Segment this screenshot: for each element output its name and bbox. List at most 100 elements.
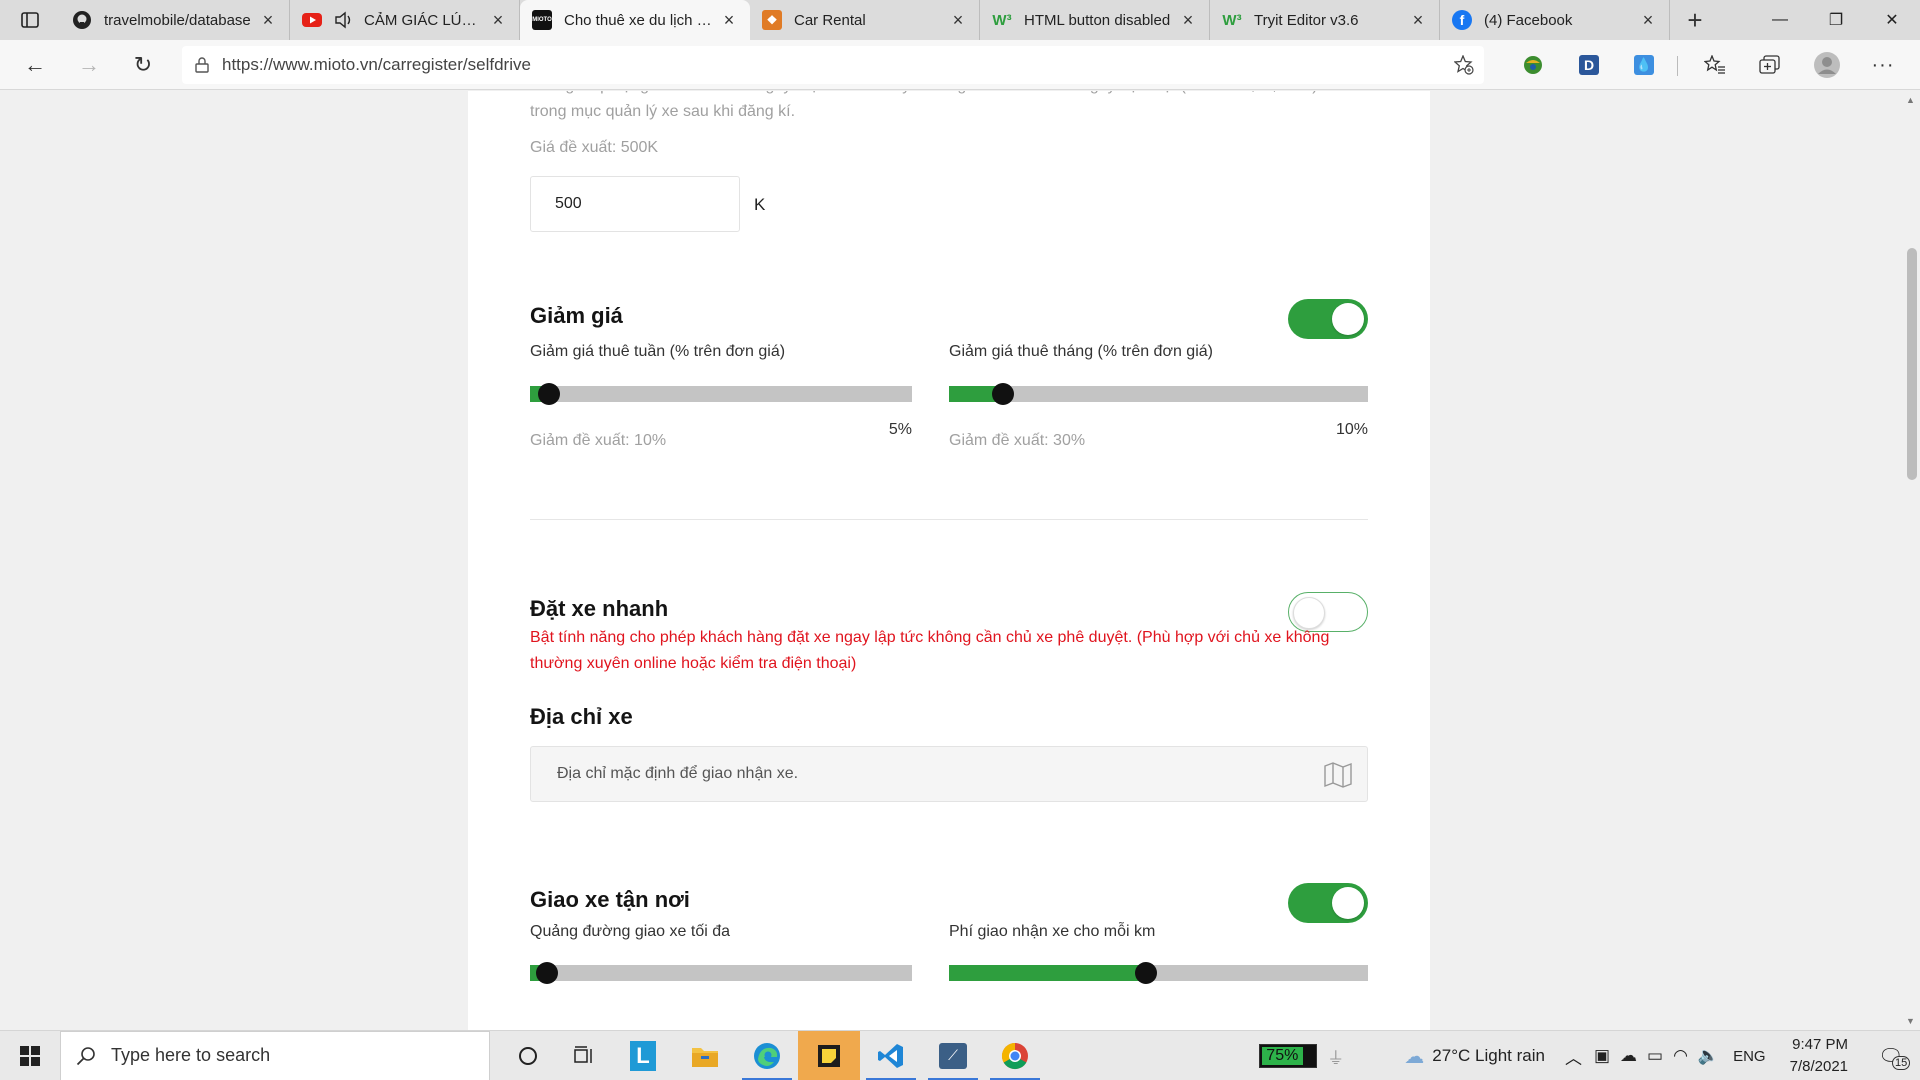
delivery-fee-label: Phí giao nhận xe cho mỗi km: [949, 923, 1156, 940]
system-tray: 75% ⏚ ☁ 27°C Light rain ︿ ▣ ☁ ▭ ◠ 🔈 ENG …: [1259, 1031, 1920, 1080]
tab-tryit[interactable]: W³ Tryit Editor v3.6 ×: [1210, 0, 1440, 40]
favorites-icon[interactable]: [1696, 46, 1734, 84]
monthly-discount-value: 10%: [1335, 421, 1368, 438]
slider-thumb[interactable]: [536, 962, 559, 984]
price-unit: K: [754, 195, 766, 214]
clock-date: 7/8/2021: [1789, 1058, 1848, 1075]
discount-toggle[interactable]: [1288, 299, 1368, 339]
weekly-discount-label: Giảm giá thuê tuần (% trên đơn giá): [530, 343, 786, 360]
slider-thumb[interactable]: [1134, 962, 1157, 984]
address-bar[interactable]: https://www.mioto.vn/carregister/selfdri…: [182, 46, 1484, 84]
clock-time: 9:47 PM: [1792, 1036, 1848, 1053]
delivery-distance-label: Quảng đường giao xe tối đa: [530, 923, 731, 940]
close-icon[interactable]: ×: [259, 10, 277, 30]
youtube-icon: [302, 10, 322, 30]
battery-percent: 75%: [1266, 1047, 1299, 1064]
onedrive-icon[interactable]: ☁: [1620, 1046, 1637, 1066]
weekly-discount-slider[interactable]: [530, 383, 912, 405]
forward-button[interactable]: →: [62, 45, 116, 85]
windows-logo-icon: [20, 1045, 40, 1066]
slider-thumb[interactable]: [538, 383, 561, 405]
start-button[interactable]: [0, 1031, 60, 1080]
address-input[interactable]: Địa chỉ mặc định để giao nhận xe.: [530, 746, 1368, 802]
window-controls: — ❐ ✕: [1752, 0, 1920, 40]
task-view-button[interactable]: [556, 1031, 612, 1080]
page-viewport: Đơn giá áp dụng cho tất cả các ngày. Bạn…: [0, 91, 1920, 1030]
new-tab-button[interactable]: +: [1670, 0, 1720, 40]
collections-icon[interactable]: [1751, 46, 1789, 84]
meet-now-icon[interactable]: ▣: [1594, 1046, 1610, 1066]
close-window-button[interactable]: ✕: [1864, 0, 1920, 40]
wifi-icon[interactable]: ◠: [1673, 1046, 1688, 1066]
price-input[interactable]: 500: [530, 176, 740, 232]
slider-thumb[interactable]: [992, 383, 1015, 405]
extension-d-icon[interactable]: D: [1570, 46, 1608, 84]
tab-actions-button[interactable]: [0, 0, 60, 40]
discount-heading: Giảm giá: [530, 303, 623, 328]
chevron-up-icon[interactable]: ︿: [1565, 1044, 1582, 1069]
tab-mioto[interactable]: MIOTO Cho thuê xe du lịch - C ×: [520, 0, 750, 40]
profile-avatar-icon[interactable]: [1808, 46, 1846, 84]
facebook-icon: f: [1452, 10, 1472, 30]
language-indicator[interactable]: ENG: [1733, 1048, 1766, 1065]
battery-meter[interactable]: 75%: [1259, 1044, 1318, 1068]
close-icon[interactable]: ×: [1639, 10, 1657, 30]
tab-strip: travelmobile/database × CẢM GIÁC LÚC ẤY …: [0, 0, 1920, 40]
add-favorite-icon[interactable]: [1444, 55, 1484, 75]
scroll-up-icon[interactable]: ▲: [1906, 95, 1915, 105]
tab-label: Cho thuê xe du lịch - C: [564, 11, 712, 29]
tab-actions-icon: [21, 12, 39, 28]
cortana-button[interactable]: [500, 1031, 556, 1080]
delivery-fee-slider[interactable]: [949, 962, 1368, 984]
extension-globe-icon[interactable]: [1514, 46, 1552, 84]
sticky-notes-icon: [818, 1044, 840, 1067]
minimize-button[interactable]: —: [1752, 0, 1808, 40]
scrollbar-thumb[interactable]: [1907, 248, 1917, 480]
taskbar-app-edge[interactable]: [736, 1031, 798, 1080]
page-scrollbar[interactable]: ▲ ▼: [1903, 91, 1920, 1030]
close-icon[interactable]: ×: [1409, 10, 1427, 30]
action-center-button[interactable]: 🗨 15: [1878, 1044, 1911, 1070]
battery-icon[interactable]: ▭: [1647, 1046, 1663, 1066]
more-options-icon[interactable]: ···: [1864, 46, 1902, 84]
taskbar-search[interactable]: Type here to search: [60, 1030, 490, 1080]
close-icon[interactable]: ×: [489, 10, 507, 30]
map-icon[interactable]: [1323, 761, 1353, 794]
notification-count: 15: [1892, 1055, 1911, 1070]
tab-github[interactable]: travelmobile/database ×: [60, 0, 290, 40]
back-button[interactable]: ←: [8, 45, 62, 85]
taskbar-app-explorer[interactable]: [674, 1031, 736, 1080]
price-input-value: 500: [555, 195, 582, 212]
w3-icon: W³: [992, 11, 1012, 29]
volume-icon[interactable]: 🔈: [1698, 1046, 1719, 1066]
clock[interactable]: 9:47 PM 7/8/2021: [1790, 1034, 1848, 1078]
price-suggestion: Giá đề xuất: 500K: [530, 139, 659, 156]
tab-label: Car Rental: [794, 11, 866, 29]
audio-playing-icon[interactable]: [334, 10, 354, 30]
restore-button[interactable]: ❐: [1808, 0, 1864, 40]
refresh-button[interactable]: ↻: [116, 45, 170, 85]
delivery-distance-slider[interactable]: [530, 962, 912, 984]
delivery-toggle[interactable]: [1288, 883, 1368, 923]
weather-icon[interactable]: ☁: [1404, 1044, 1424, 1069]
close-icon[interactable]: ×: [949, 10, 967, 30]
taskbar-app-sql[interactable]: ⟋: [922, 1031, 984, 1080]
arrow-left-icon: ←: [24, 51, 46, 77]
taskbar-app-sticky[interactable]: [798, 1030, 860, 1080]
extension-drop-icon[interactable]: 💧: [1625, 46, 1663, 84]
tab-w3-button[interactable]: W³ HTML button disabled ×: [980, 0, 1210, 40]
tab-label: CẢM GIÁC LÚC ẤY: [364, 11, 481, 29]
tab-car-rental[interactable]: ❖ Car Rental ×: [750, 0, 980, 40]
taskbar-app-l[interactable]: L: [612, 1031, 674, 1080]
taskbar-app-vscode[interactable]: [860, 1031, 922, 1080]
close-icon[interactable]: ×: [720, 10, 738, 30]
scroll-down-icon[interactable]: ▼: [1906, 1016, 1915, 1026]
tab-facebook[interactable]: f (4) Facebook ×: [1440, 0, 1670, 40]
url-text: https://www.mioto.vn/carregister/selfdri…: [222, 55, 531, 74]
weather-text[interactable]: 27°C Light rain: [1432, 1046, 1545, 1066]
close-icon[interactable]: ×: [1179, 10, 1197, 30]
taskbar-app-chrome[interactable]: [984, 1031, 1046, 1080]
monthly-discount-slider[interactable]: [949, 383, 1368, 405]
tab-youtube[interactable]: CẢM GIÁC LÚC ẤY ×: [290, 0, 520, 40]
navigation-bar: ← → ↻ https://www.mioto.vn/carregister/s…: [0, 40, 1920, 90]
